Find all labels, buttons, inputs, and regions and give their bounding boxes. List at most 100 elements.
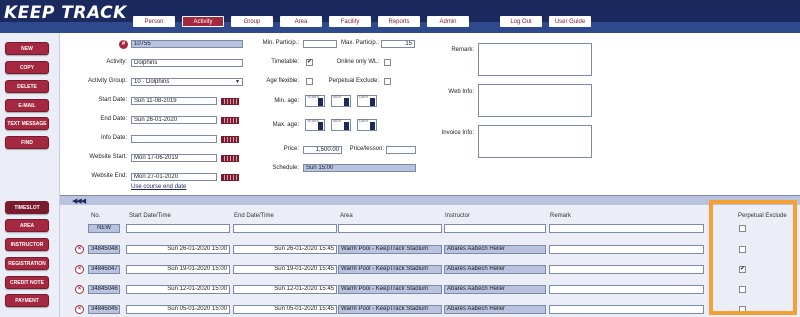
stepper-arrows-icon[interactable]	[370, 122, 375, 130]
min-particip-label: Min. Particip.:	[262, 40, 299, 46]
delete-button[interactable]: DELETE	[5, 80, 49, 93]
max-particip-field[interactable]: 15	[381, 40, 415, 48]
sidebar-item-instructor[interactable]: INSTRUCTOR	[5, 238, 49, 251]
delete-row-icon[interactable]: ×	[75, 245, 84, 254]
min-particip-field[interactable]	[303, 40, 337, 48]
copy-button[interactable]: COPY	[5, 61, 49, 74]
new-instructor-field[interactable]	[444, 224, 546, 233]
tab-group[interactable]: Group	[231, 16, 273, 27]
row-area[interactable]: Warm Pool - KeepTrack Stadium	[338, 265, 442, 274]
online-only-wl-checkbox[interactable]	[384, 59, 391, 66]
stepper-arrows-icon[interactable]	[344, 122, 349, 130]
stepper-arrows-icon[interactable]	[318, 122, 323, 130]
min-age-months-stepper[interactable]: MOS	[331, 95, 351, 107]
sidebar-item-credit-note[interactable]: CREDIT NOTE	[5, 276, 49, 289]
info-date-label: Info Date:	[100, 135, 127, 141]
row-instructor[interactable]: Abares Aabech Heller	[444, 305, 546, 314]
row-start-datetime[interactable]: Sun 26-01-2020 15:00	[126, 245, 230, 254]
tab-activity[interactable]: Activity	[182, 16, 224, 27]
delete-row-icon[interactable]: ×	[75, 285, 84, 294]
web-info-textarea[interactable]	[478, 84, 592, 117]
find-button[interactable]: FIND	[5, 136, 49, 149]
row-remark[interactable]	[549, 305, 704, 314]
tab-reports[interactable]: Reports	[378, 16, 420, 27]
row-remark[interactable]	[549, 265, 704, 274]
price-field[interactable]: 1,500.00	[303, 146, 342, 154]
row-end-datetime[interactable]: Sun 05-01-2020 15:45	[233, 305, 337, 314]
activity-group-select[interactable]: 10 - Dolphins ▼	[131, 78, 243, 86]
stepper-arrows-icon[interactable]	[344, 98, 349, 106]
row-remark[interactable]	[549, 285, 704, 294]
stepper-arrows-icon[interactable]	[370, 98, 375, 106]
tab-admin[interactable]: Admin	[427, 16, 469, 27]
max-age-years-stepper[interactable]: YEARS	[305, 119, 325, 131]
row-remark[interactable]	[549, 245, 704, 254]
delete-row-icon[interactable]: ×	[75, 265, 84, 274]
activity-form	[60, 33, 800, 195]
row-area[interactable]: Warm Pool - KeepTrack Stadium	[338, 305, 442, 314]
row-perpetual-checkbox[interactable]	[739, 286, 746, 293]
row-start-datetime[interactable]: Sun 05-01-2020 15:00	[126, 305, 230, 314]
row-perpetual-checkbox[interactable]: ✔	[739, 266, 746, 273]
row-end-datetime[interactable]: Sun 19-01-2020 15:45	[233, 265, 337, 274]
sidebar-item-payment[interactable]: PAYMENT	[5, 294, 49, 307]
row-end-datetime[interactable]: Sun 26-01-2020 15:45	[233, 245, 337, 254]
calendar-icon[interactable]	[221, 136, 239, 143]
invoice-info-textarea[interactable]	[478, 125, 592, 158]
calendar-icon[interactable]	[221, 98, 239, 105]
collapse-arrows-icon[interactable]: ◀◀◀	[72, 197, 86, 205]
timetable-checkbox[interactable]: ✔	[306, 59, 313, 66]
tab-area[interactable]: Area	[280, 16, 322, 27]
new-end-field[interactable]	[233, 224, 337, 233]
website-start-field[interactable]: Mon 17-06-2019	[131, 154, 217, 162]
age-flexible-checkbox[interactable]	[306, 78, 313, 85]
stepper-arrows-icon[interactable]	[318, 98, 323, 106]
row-start-datetime[interactable]: Sun 19-01-2020 15:00	[126, 265, 230, 274]
website-end-label: Website End:	[91, 173, 127, 179]
text-message-button[interactable]: TEXT MESSAGE	[5, 117, 49, 130]
max-age-days-stepper[interactable]: DAYS	[357, 119, 377, 131]
start-date-field[interactable]: Sun 11-08-2019	[131, 97, 217, 105]
new-row-button[interactable]: NEW	[88, 224, 120, 233]
website-end-field[interactable]: Mon 27-01-2020	[131, 173, 217, 181]
sidebar-item-timeslot[interactable]: TIMESLOT	[5, 201, 49, 214]
row-instructor[interactable]: Abares Aabech Heller	[444, 265, 546, 274]
row-area[interactable]: Warm Pool - KeepTrack Stadium	[338, 245, 442, 254]
row-instructor[interactable]: Abares Aabech Heller	[444, 285, 546, 294]
new-start-field[interactable]	[126, 224, 230, 233]
remark-textarea[interactable]	[478, 43, 592, 76]
max-age-months-stepper[interactable]: MOS	[331, 119, 351, 131]
price-label: Price:	[283, 146, 299, 152]
row-start-datetime[interactable]: Sun 12-01-2020 15:00	[126, 285, 230, 294]
new-perpetual-checkbox[interactable]	[739, 225, 746, 232]
logout-button[interactable]: Log Out	[500, 16, 542, 27]
tab-person[interactable]: Person	[133, 16, 175, 27]
new-remark-field[interactable]	[549, 224, 704, 233]
calendar-icon[interactable]	[221, 117, 239, 124]
row-perpetual-checkbox[interactable]	[739, 306, 746, 313]
use-course-end-link[interactable]: Use course end date	[131, 184, 186, 190]
row-perpetual-checkbox[interactable]	[739, 246, 746, 253]
website-start-label: Website Start:	[89, 154, 127, 160]
sidebar-item-area[interactable]: AREA	[5, 219, 49, 232]
delete-row-icon[interactable]: ×	[75, 305, 84, 314]
end-date-field[interactable]: Sun 26-01-2020	[131, 116, 217, 124]
user-guide-button[interactable]: User Guide	[549, 16, 591, 27]
price-lesson-field[interactable]	[386, 146, 416, 154]
tab-facility[interactable]: Facility	[329, 16, 371, 27]
email-button[interactable]: E-MAIL	[5, 99, 49, 112]
calendar-icon[interactable]	[221, 174, 239, 181]
info-date-field[interactable]	[131, 135, 217, 143]
sidebar-item-registration[interactable]: REGISTRATION	[5, 257, 49, 270]
min-age-years-stepper[interactable]: YEARS	[305, 95, 325, 107]
row-area[interactable]: Warm Pool - KeepTrack Stadium	[338, 285, 442, 294]
min-age-days-stepper[interactable]: DAYS	[357, 95, 377, 107]
top-bar: KEEP TRACK Person Activity Group Area Fa…	[0, 0, 800, 33]
row-instructor[interactable]: Abares Aabech Heller	[444, 245, 546, 254]
perpetual-exclude-checkbox[interactable]	[384, 78, 391, 85]
activity-field[interactable]: Dolphins	[131, 59, 243, 67]
new-area-field[interactable]	[338, 224, 442, 233]
calendar-icon[interactable]	[221, 155, 239, 162]
row-end-datetime[interactable]: Sun 12-01-2020 15:45	[233, 285, 337, 294]
new-button[interactable]: NEW	[5, 42, 49, 55]
